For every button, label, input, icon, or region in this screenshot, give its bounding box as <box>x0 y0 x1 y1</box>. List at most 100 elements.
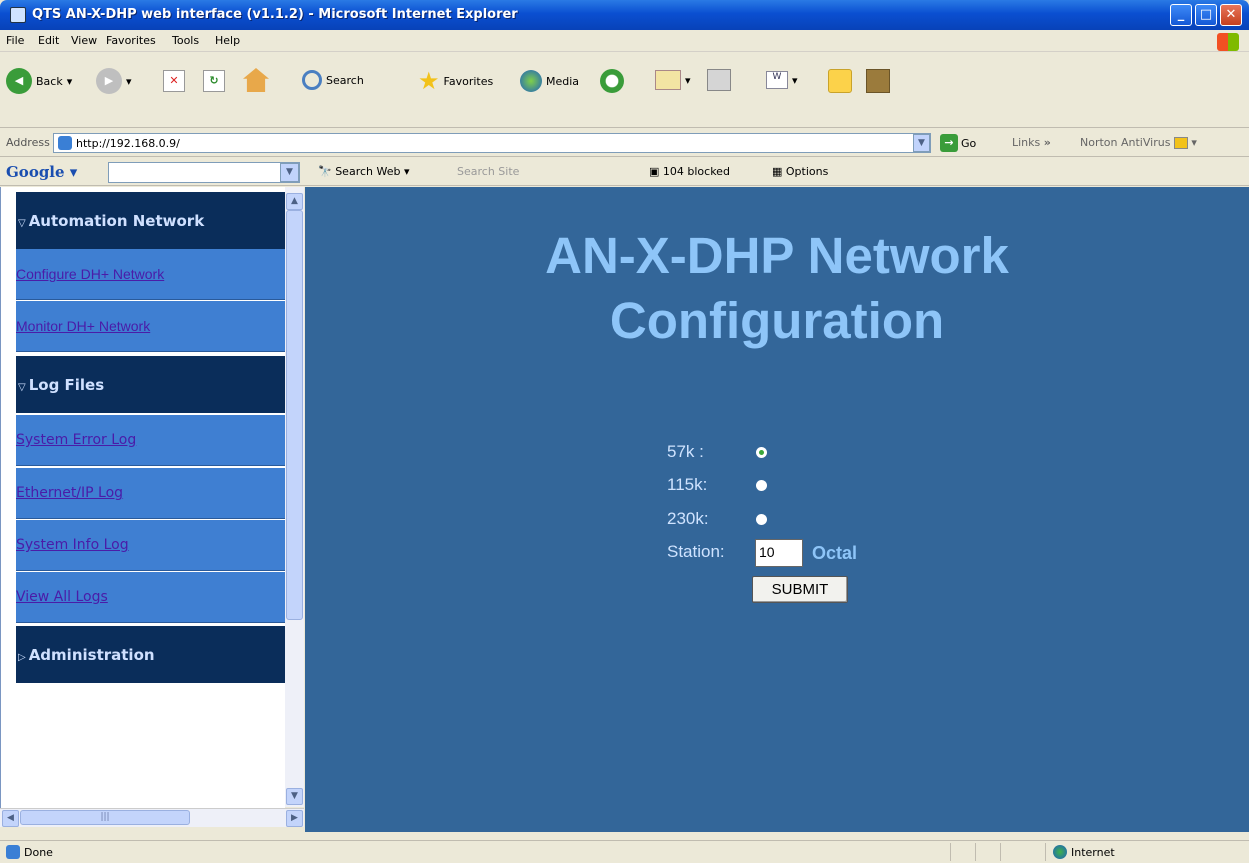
nav-link-ethernet-ip-log[interactable]: Ethernet/IP Log <box>16 468 286 519</box>
menu-edit[interactable]: Edit <box>38 34 59 47</box>
baud-57k-radio[interactable] <box>756 447 767 458</box>
norton-antivirus-button[interactable]: Norton AntiVirus ▾ <box>1080 136 1197 149</box>
favorites-label: Favorites <box>443 74 494 88</box>
home-button[interactable] <box>243 68 269 92</box>
popup-blocker-button[interactable]: ▣ 104 blocked <box>649 165 730 178</box>
close-button[interactable]: ✕ <box>1220 4 1242 26</box>
content-frame: AN-X-DHP Network Configuration 57k : 115… <box>305 187 1249 832</box>
discuss-button[interactable] <box>828 69 852 93</box>
star-icon: ★ <box>418 67 440 95</box>
heading-line-2: Configuration <box>609 292 945 349</box>
menu-favorites[interactable]: Favorites <box>106 34 156 47</box>
nav-section-log-files[interactable]: ▽ Log Files <box>16 356 286 413</box>
station-input[interactable]: 10 <box>755 539 803 567</box>
search-site-button[interactable]: Search Site <box>457 165 519 178</box>
links-chevron: » <box>1043 136 1051 149</box>
menu-help[interactable]: Help <box>215 34 240 47</box>
collapsed-triangle-icon: ▷ <box>18 652 26 663</box>
nav-horizontal-scroll-thumb[interactable]: ||| <box>20 810 190 825</box>
go-button[interactable]: → Go <box>940 134 976 152</box>
google-search-input[interactable] <box>108 162 300 183</box>
menu-view[interactable]: View <box>71 34 97 47</box>
research-button[interactable] <box>866 69 890 93</box>
media-icon <box>520 70 542 92</box>
history-button[interactable] <box>600 69 624 93</box>
baud-115k-label: 115k: <box>667 475 708 494</box>
nav-link-label[interactable]: Ethernet/IP Log <box>16 485 123 501</box>
status-divider <box>975 843 976 861</box>
refresh-button[interactable]: ↻ <box>203 70 225 92</box>
nav-link-system-error-log[interactable]: System Error Log <box>16 415 286 466</box>
scroll-left-arrow-icon[interactable]: ◀ <box>2 810 19 827</box>
back-button[interactable]: ◀ Back ▾ <box>6 68 72 94</box>
nav-link-label[interactable]: Monitor DH+ Network <box>16 318 150 334</box>
links-label: Links <box>1012 136 1041 149</box>
google-options-button[interactable]: ▦ Options <box>772 165 828 178</box>
title-bar: QTS AN-X-DHP web interface (v1.1.2) - Mi… <box>0 0 1249 30</box>
print-icon <box>707 69 731 91</box>
station-label: Station: <box>667 542 725 561</box>
nav-section-administration[interactable]: ▷ Administration <box>16 626 286 683</box>
window-title: QTS AN-X-DHP web interface (v1.1.2) - Mi… <box>32 7 518 22</box>
status-bar: Done Internet <box>0 840 1249 863</box>
search-label: Search <box>326 73 364 87</box>
search-button[interactable]: Search <box>302 70 364 90</box>
media-button[interactable]: Media <box>520 70 579 92</box>
ie-page-icon <box>10 7 26 23</box>
address-bar: Address http://192.168.0.9/ ▼ → Go Links… <box>0 129 1249 157</box>
baud-230k-radio[interactable] <box>756 514 767 525</box>
maximize-button[interactable]: □ <box>1195 4 1217 26</box>
nav-link-system-info-log[interactable]: System Info Log <box>16 520 286 571</box>
baud-57k-label: 57k : <box>667 442 704 461</box>
links-button[interactable]: Links » <box>1012 136 1051 149</box>
baud-230k-label: 230k: <box>667 509 709 528</box>
submit-button[interactable]: SUBMIT <box>752 576 848 603</box>
minimize-button[interactable]: _ <box>1170 4 1192 26</box>
nav-link-label[interactable]: Configure DH+ Network <box>16 266 164 282</box>
favorites-button[interactable]: ★ Favorites <box>418 69 493 93</box>
menu-bar: File Edit View Favorites Tools Help <box>0 30 1249 52</box>
note-icon <box>828 69 852 93</box>
popup-blocked-count: 104 blocked <box>662 165 730 178</box>
nav-section-label: Administration <box>28 646 155 664</box>
nav-link-label[interactable]: System Info Log <box>16 537 129 553</box>
scroll-down-arrow-icon[interactable]: ▼ <box>286 788 303 805</box>
forward-button[interactable]: ▶ ▾ <box>96 68 132 94</box>
nav-link-label[interactable]: View All Logs <box>16 589 108 605</box>
google-dropdown-chevron-icon[interactable]: ▼ <box>280 163 299 182</box>
norton-icon <box>1173 137 1188 149</box>
options-label: Options <box>785 165 829 178</box>
address-dropdown-chevron-icon[interactable]: ▼ <box>913 134 930 152</box>
nav-section-automation-network[interactable]: ▽ Automation Network <box>16 192 286 249</box>
scroll-up-arrow-icon[interactable]: ▲ <box>286 193 303 210</box>
browser-window: QTS AN-X-DHP web interface (v1.1.2) - Mi… <box>0 0 1249 863</box>
home-icon <box>243 68 269 92</box>
search-site-label: Search Site <box>457 165 520 178</box>
refresh-icon: ↻ <box>203 70 225 92</box>
address-input[interactable]: http://192.168.0.9/ <box>53 133 931 153</box>
status-divider <box>1045 843 1046 861</box>
nav-link-label[interactable]: System Error Log <box>16 432 136 448</box>
mail-button[interactable]: ▾ <box>655 70 691 90</box>
edit-word-button[interactable]: W ▾ <box>766 71 798 89</box>
go-arrow-icon: → <box>940 134 958 152</box>
expanded-triangle-icon: ▽ <box>18 382 26 393</box>
nav-section-label: Automation Network <box>28 212 205 230</box>
baud-115k-radio[interactable] <box>756 480 767 491</box>
menu-file[interactable]: File <box>6 34 24 47</box>
nav-link-view-all-logs[interactable]: View All Logs <box>16 572 286 623</box>
print-button[interactable] <box>707 69 731 91</box>
nav-vertical-scroll-thumb[interactable] <box>286 210 303 620</box>
menu-tools[interactable]: Tools <box>172 34 199 47</box>
scroll-right-arrow-icon[interactable]: ▶ <box>286 810 303 827</box>
security-zone: Internet <box>1071 846 1115 859</box>
status-text: Done <box>24 846 53 859</box>
status-divider <box>950 843 951 861</box>
back-arrow-icon: ◀ <box>6 68 32 94</box>
stop-button[interactable]: ✕ <box>163 70 185 92</box>
search-web-button[interactable]: 🔭 Search Web ▾ <box>318 165 410 178</box>
google-logo[interactable]: Google ▾ <box>6 163 77 181</box>
nav-link-configure-dh-network[interactable]: Configure DH+ Network <box>16 249 286 300</box>
google-toolbar: Google ▾ ▼ 🔭 Search Web ▾ Search Site ▣ … <box>0 158 1249 186</box>
nav-link-monitor-dh-network[interactable]: Monitor DH+ Network <box>16 301 286 352</box>
